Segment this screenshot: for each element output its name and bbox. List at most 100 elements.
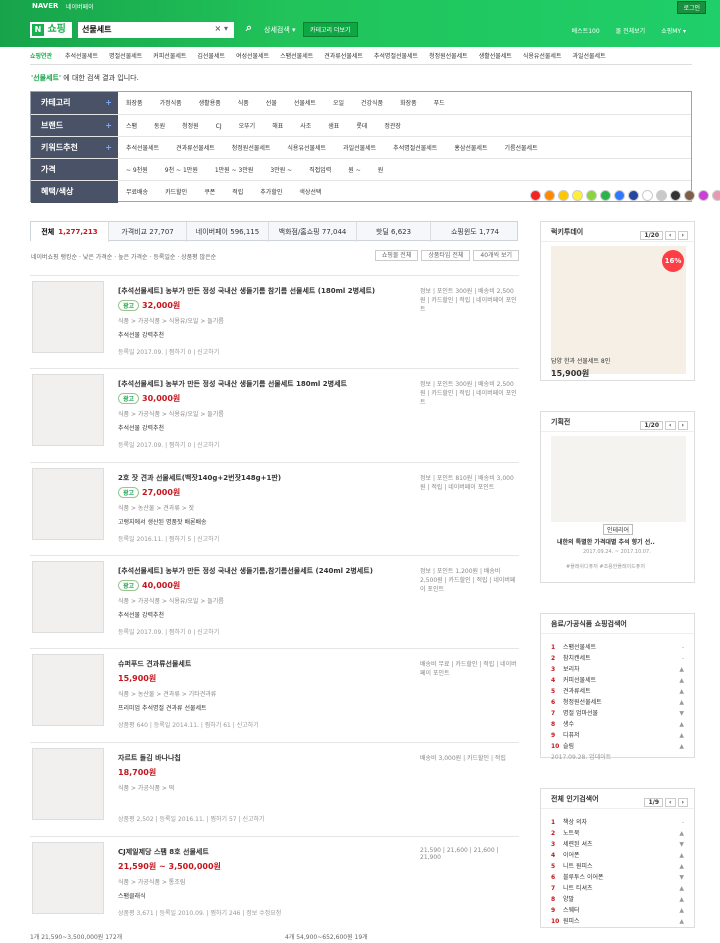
product-thumbnail[interactable] bbox=[32, 748, 104, 820]
product-thumbnail[interactable] bbox=[32, 374, 104, 446]
product-item[interactable]: [추석선물세트] 농부가 만든 정성 국내산 생들기름 선물세트 180ml 2… bbox=[30, 368, 519, 458]
product-thumbnail[interactable] bbox=[32, 654, 104, 726]
product-item[interactable]: 2호 잣 견과 선물세트(백잣140g+2번잣148g+1판) 광고 27,000원… bbox=[30, 462, 519, 552]
product-thumbnail[interactable] bbox=[32, 842, 104, 914]
naver-logo[interactable]: NAVER bbox=[32, 2, 58, 10]
product-item[interactable]: 자르트 돌김 바나나칩 18,700원 식품 > 가공식품 > 떡 상품평 2,502… bbox=[30, 742, 519, 832]
category-link[interactable]: 김선물세트 bbox=[197, 53, 225, 60]
filter-option[interactable]: ~ 9천원 bbox=[126, 167, 148, 174]
filter-option[interactable]: 청정원선물세트 bbox=[232, 145, 271, 152]
next-icon[interactable]: › bbox=[677, 231, 688, 240]
tab-price-compare[interactable]: 가격비교 27,707 bbox=[109, 222, 187, 242]
filter-option[interactable]: 정관장 bbox=[384, 123, 401, 130]
product-title[interactable]: CJ제일제당 스팸 8호 선물세트 bbox=[118, 847, 209, 857]
product-title[interactable]: 자르트 돌김 바나나칩 bbox=[118, 753, 181, 763]
category-link[interactable]: 생활선물세트 bbox=[479, 53, 512, 60]
filter-option[interactable]: CJ bbox=[216, 123, 222, 130]
filter-option[interactable]: 홍삼선물세트 bbox=[454, 145, 487, 152]
product-thumbnail[interactable] bbox=[32, 561, 104, 633]
ranking-item[interactable]: 7 명절 엄마선물 ▼ bbox=[551, 708, 684, 719]
next-icon[interactable]: › bbox=[677, 798, 688, 807]
category-link[interactable]: 견과류선물세트 bbox=[324, 53, 363, 60]
category-link[interactable]: 추석선물세트 bbox=[65, 53, 98, 60]
filter-option[interactable]: 3만원 ~ bbox=[270, 167, 292, 174]
filter-option[interactable]: 건강식품 bbox=[361, 100, 383, 107]
plan-image[interactable] bbox=[551, 436, 686, 522]
filter-option[interactable]: 견과류선물세트 bbox=[176, 145, 215, 152]
popular-item[interactable]: 6 블루투스 이어폰 ▼ bbox=[551, 872, 684, 883]
lightgreen-swatch[interactable] bbox=[586, 190, 597, 201]
product-title[interactable]: [추석선물세트] 농부가 만든 정성 국내산 생들기름 참기름 선물세트 (18… bbox=[118, 286, 375, 296]
purple-swatch[interactable] bbox=[698, 190, 709, 201]
gray-swatch[interactable] bbox=[656, 190, 667, 201]
filter-option[interactable]: 무료배송 bbox=[126, 189, 148, 196]
my-link[interactable]: 쇼핑MY ▾ bbox=[661, 28, 686, 35]
filter-option[interactable]: 추석명절선물세트 bbox=[393, 145, 437, 152]
today-caption[interactable]: 담양 한과 선물세트 8인 bbox=[551, 356, 610, 365]
ranking-item[interactable]: 8 생수 ▲ bbox=[551, 719, 684, 730]
pink-swatch[interactable] bbox=[712, 190, 720, 201]
prev-icon[interactable]: ‹ bbox=[665, 798, 676, 807]
naver-pay-link[interactable]: 네이버페이 bbox=[66, 2, 94, 11]
plus-icon[interactable]: + bbox=[105, 115, 112, 137]
popular-item[interactable]: 4 이어폰 ▲ bbox=[551, 850, 684, 861]
search-icon[interactable]: ⌕ bbox=[246, 21, 252, 35]
filter-option[interactable]: 적립 bbox=[232, 189, 243, 196]
category-link[interactable]: 과일선물세트 bbox=[572, 53, 605, 60]
ranking-item[interactable]: 1 스팸선물세트 - bbox=[551, 642, 684, 653]
ranking-item[interactable]: 5 견과류세트 ▲ bbox=[551, 686, 684, 697]
category-link[interactable]: 식용유선물세트 bbox=[523, 53, 562, 60]
popular-item[interactable]: 10 원피스 ▲ bbox=[551, 916, 684, 927]
filter-option[interactable]: 오일 bbox=[333, 100, 344, 107]
popular-item[interactable]: 3 세련된 셔츠 ▼ bbox=[551, 839, 684, 850]
shopping-logo[interactable]: N 쇼핑 bbox=[30, 22, 72, 38]
product-thumbnail[interactable] bbox=[32, 281, 104, 353]
tab-naver-pay[interactable]: 네이버페이 596,115 bbox=[187, 222, 269, 242]
product-item[interactable]: [추석선물세트] 농부가 만든 정성 국내산 생들기름,참기름선물세트 (240… bbox=[30, 555, 519, 645]
filter-option[interactable]: 동원 bbox=[154, 123, 165, 130]
tab-department[interactable]: 백화점/홈쇼핑 77,044 bbox=[269, 222, 357, 242]
product-title[interactable]: [추석선물세트] 농부가 만든 정성 국내산 생들기름,참기름선물세트 (240… bbox=[118, 566, 373, 576]
popular-item[interactable]: 7 니트 티셔츠 ▲ bbox=[551, 883, 684, 894]
ranking-item[interactable]: 9 디퓨저 ▲ bbox=[551, 730, 684, 741]
mall-link[interactable]: 몰 전체보기 bbox=[616, 28, 646, 35]
tab-all[interactable]: 전체 1,277,213 bbox=[31, 222, 109, 242]
category-link[interactable]: 청정원선물세트 bbox=[429, 53, 468, 60]
filter-option[interactable]: 롯데 bbox=[356, 123, 367, 130]
ranking-item[interactable]: 3 보리차 ▲ bbox=[551, 664, 684, 675]
green-swatch[interactable] bbox=[600, 190, 611, 201]
filter-option[interactable]: 원 ~ bbox=[348, 167, 360, 174]
plan-caption[interactable]: 내한의 특별한 가격대별 추석 향기 선.. bbox=[557, 537, 655, 546]
popular-item[interactable]: 9 스웨터 ▲ bbox=[551, 905, 684, 916]
view-select[interactable]: 40개씩 보기 bbox=[473, 250, 519, 261]
category-link[interactable]: 커피선물세트 bbox=[153, 53, 186, 60]
product-title[interactable]: [추석선물세트] 농부가 만든 정성 국내산 생들기름 선물세트 180ml 2… bbox=[118, 379, 347, 389]
search-input[interactable]: 선물세트 × ▾ ⌕ bbox=[78, 21, 252, 38]
yellow-swatch[interactable] bbox=[558, 190, 569, 201]
sort-option[interactable]: 등록일순 bbox=[153, 254, 175, 261]
filter-option[interactable]: 오뚜기 bbox=[239, 123, 256, 130]
category-more-button[interactable]: 카테고리 더보기 bbox=[303, 22, 358, 37]
login-button[interactable]: 로그인 bbox=[677, 1, 706, 14]
filter-option[interactable]: 청정원 bbox=[182, 123, 199, 130]
popular-item[interactable]: 1 책상 의자 - bbox=[551, 817, 684, 828]
filter-option[interactable]: 사조 bbox=[300, 123, 311, 130]
prev-icon[interactable]: ‹ bbox=[665, 421, 676, 430]
ranking-item[interactable]: 6 청정원선물세트 ▲ bbox=[551, 697, 684, 708]
filter-option[interactable]: 1만원 ~ 3만원 bbox=[215, 167, 254, 174]
filter-option[interactable]: 기름선물세트 bbox=[504, 145, 537, 152]
filter-option[interactable]: 카드할인 bbox=[165, 189, 187, 196]
filter-option[interactable]: 원 bbox=[378, 167, 384, 174]
filter-option[interactable]: 식용유선물세트 bbox=[287, 145, 326, 152]
next-icon[interactable]: › bbox=[677, 421, 688, 430]
filter-option[interactable]: 선물 bbox=[266, 100, 277, 107]
advanced-search[interactable]: 상세검색 ▾ bbox=[264, 25, 296, 35]
sort-option[interactable]: 네이버쇼핑 랭킹순 bbox=[31, 254, 77, 261]
ranking-item[interactable]: 4 커피선물세트 ▲ bbox=[551, 675, 684, 686]
clear-icon[interactable]: × ▾ bbox=[214, 24, 228, 33]
plus-icon[interactable]: + bbox=[105, 137, 112, 159]
product-title[interactable]: 슈퍼푸드 견과류선물세트 bbox=[118, 659, 191, 669]
red-swatch[interactable] bbox=[530, 190, 541, 201]
filter-option[interactable]: 화장품 bbox=[400, 100, 417, 107]
tab-hotdeal[interactable]: 핫딜 6,623 bbox=[357, 222, 431, 242]
